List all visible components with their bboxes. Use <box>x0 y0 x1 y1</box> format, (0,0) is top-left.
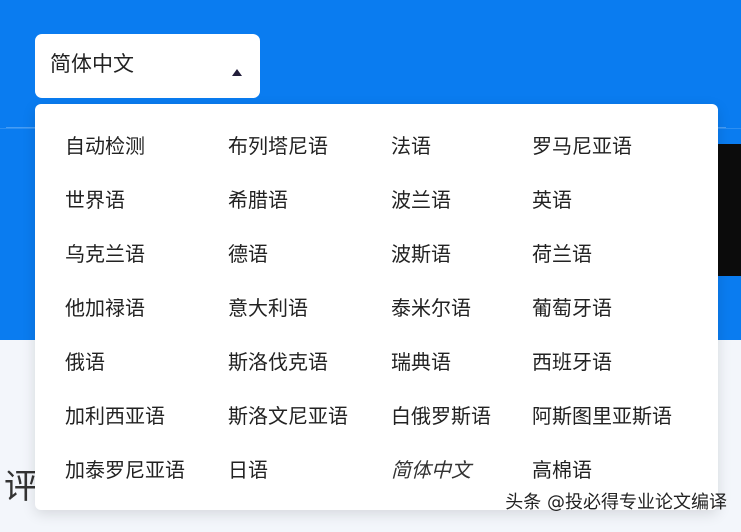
language-option[interactable]: 泰米尔语 <box>391 292 532 346</box>
language-option[interactable]: 世界语 <box>65 184 228 238</box>
language-selector[interactable]: 简体中文 <box>35 34 260 98</box>
language-option[interactable]: 法语 <box>391 130 532 184</box>
language-option[interactable]: 加利西亚语 <box>65 400 228 454</box>
language-selector-value: 简体中文 <box>50 52 134 76</box>
language-option[interactable]: 加泰罗尼亚语 <box>65 454 228 508</box>
language-option[interactable]: 日语 <box>228 454 391 508</box>
language-option[interactable]: 葡萄牙语 <box>532 292 692 346</box>
language-option[interactable]: 波兰语 <box>391 184 532 238</box>
caret-up-icon <box>232 69 242 76</box>
language-option[interactable]: 斯洛文尼亚语 <box>228 400 391 454</box>
language-option[interactable]: 罗马尼亚语 <box>532 130 692 184</box>
language-option[interactable]: 白俄罗斯语 <box>391 400 532 454</box>
language-option[interactable]: 瑞典语 <box>391 346 532 400</box>
language-option[interactable]: 荷兰语 <box>532 238 692 292</box>
language-option[interactable]: 俄语 <box>65 346 228 400</box>
language-option[interactable]: 希腊语 <box>228 184 391 238</box>
language-option[interactable]: 斯洛伐克语 <box>228 346 391 400</box>
language-dropdown: 自动检测 布列塔尼语 法语 罗马尼亚语世界语 希腊语 波兰语 英语乌克兰语 德语 波斯语 荷兰语他… <box>35 104 718 510</box>
language-option[interactable]: 他加禄语 <box>65 292 228 346</box>
language-option[interactable]: 阿斯图里亚斯语 <box>532 400 692 454</box>
language-option[interactable]: 乌克兰语 <box>65 238 228 292</box>
language-option[interactable]: 自动检测 <box>65 130 228 184</box>
language-option[interactable]: 布列塔尼语 <box>228 130 391 184</box>
language-option[interactable]: 西班牙语 <box>532 346 692 400</box>
page-heading: 评 <box>4 467 38 507</box>
language-option[interactable]: 德语 <box>228 238 391 292</box>
watermark-text: 头条 @投必得专业论文编译 <box>505 492 727 513</box>
language-option[interactable]: 意大利语 <box>228 292 391 346</box>
language-option-grid: 自动检测 布列塔尼语 法语 罗马尼亚语世界语 希腊语 波兰语 英语乌克兰语 德语 波斯语 荷兰语他… <box>65 130 692 508</box>
language-option[interactable]: 英语 <box>532 184 692 238</box>
language-option[interactable]: 波斯语 <box>391 238 532 292</box>
